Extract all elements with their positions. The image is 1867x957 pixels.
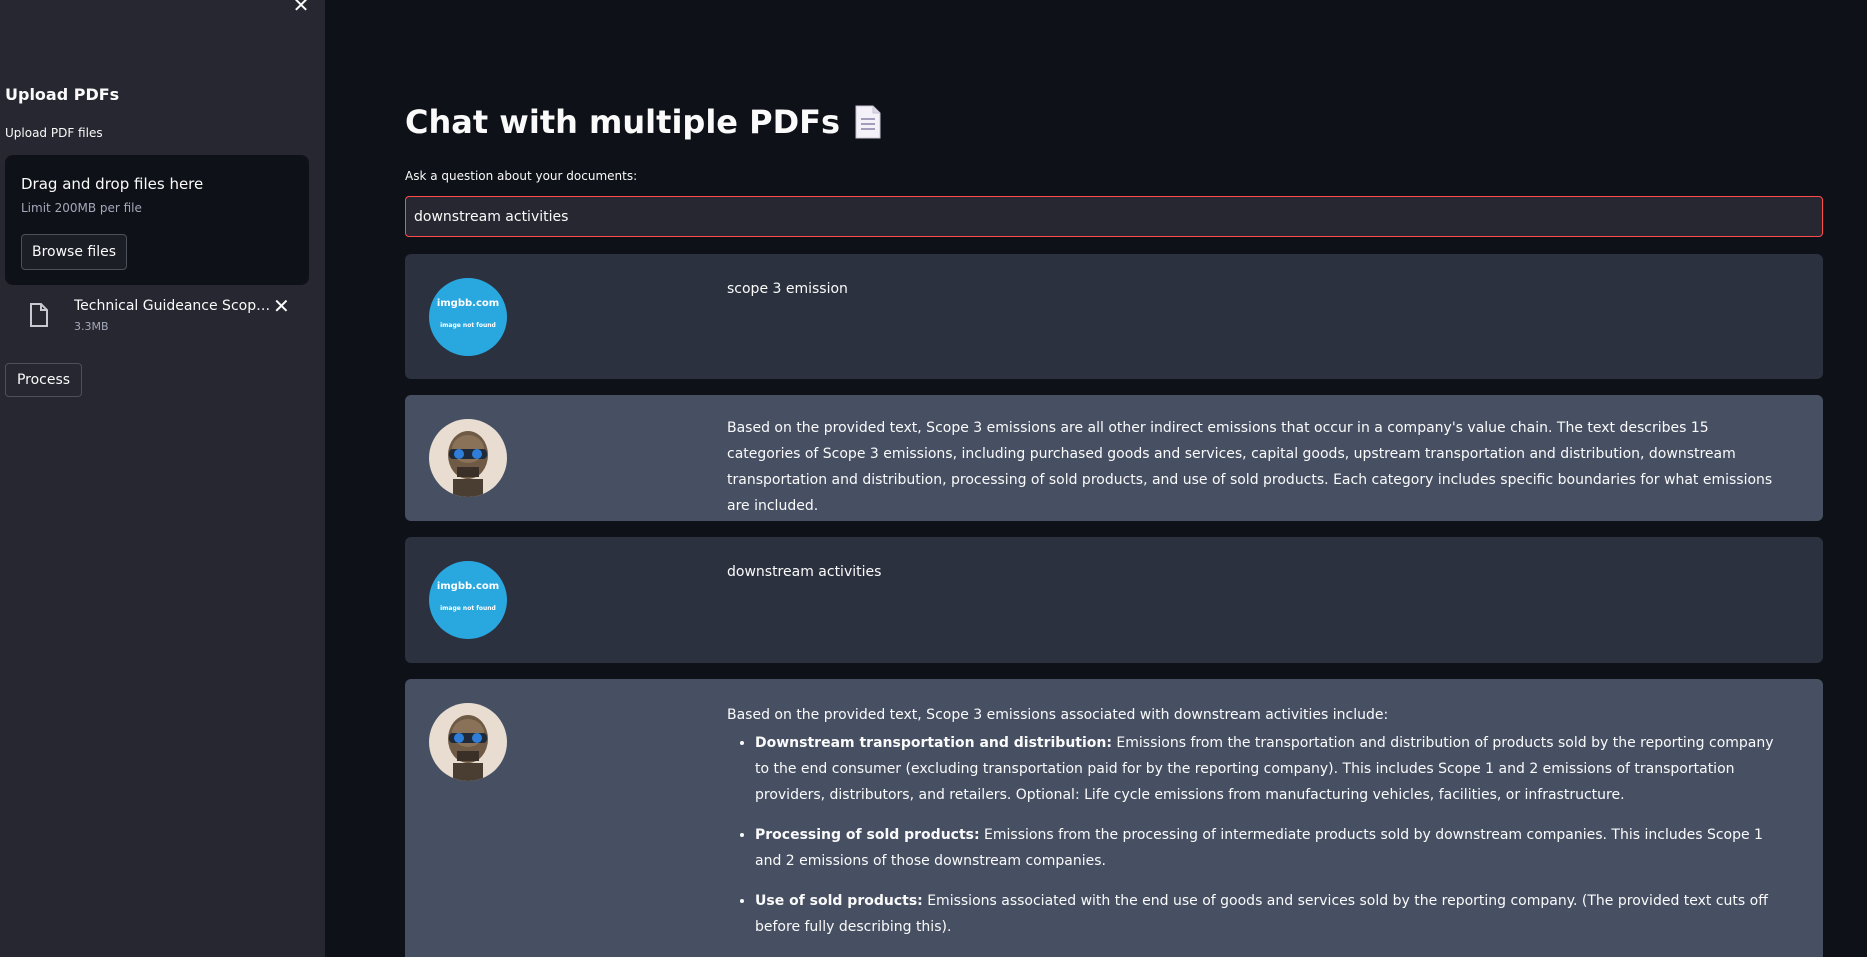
- chat-message-bot: Based on the provided text, Scope 3 emis…: [405, 395, 1823, 521]
- list-item-title: Downstream transportation and distributi…: [755, 735, 1112, 751]
- process-button[interactable]: Process: [5, 363, 82, 397]
- robot-icon: [429, 703, 507, 781]
- bot-avatar: [429, 703, 507, 781]
- list-item: Downstream transportation and distributi…: [755, 730, 1783, 808]
- file-size: 3.3MB: [74, 320, 109, 333]
- file-name: Technical Guideance Scope 3 Emissions.pd…: [74, 298, 274, 314]
- list-item: Use of sold products: Emissions associat…: [755, 888, 1783, 940]
- sidebar-title: Upload PDFs: [5, 85, 120, 104]
- close-sidebar-icon[interactable]: ✕: [290, 0, 312, 16]
- user-avatar: imgbb.com image not found: [429, 561, 507, 639]
- browse-files-button[interactable]: Browse files: [21, 234, 127, 270]
- message-text: Based on the provided text, Scope 3 emis…: [727, 420, 1773, 514]
- uploaded-file: Technical Guideance Scope 3 Emissions.pd…: [25, 296, 300, 338]
- question-label: Ask a question about your documents:: [405, 169, 638, 183]
- avatar-text: imgbb.com: [436, 298, 500, 309]
- page-title-text: Chat with multiple PDFs: [405, 103, 841, 141]
- avatar-subtext: image not found: [440, 322, 496, 329]
- remove-file-icon[interactable]: ✕: [273, 296, 290, 316]
- document-icon: [855, 105, 881, 139]
- chat-message-user: imgbb.com image not found downstream act…: [405, 537, 1823, 663]
- list-item: Processing of sold products: Emissions f…: [755, 822, 1783, 874]
- dropzone-limit: Limit 200MB per file: [21, 201, 142, 215]
- upload-label: Upload PDF files: [5, 126, 103, 140]
- sidebar: ✕ Upload PDFs Upload PDF files Drag and …: [0, 0, 325, 957]
- file-icon: [30, 303, 48, 327]
- message-text: scope 3 emission: [727, 281, 848, 297]
- user-avatar: imgbb.com image not found: [429, 278, 507, 356]
- bot-avatar: [429, 419, 507, 497]
- dropzone-title: Drag and drop files here: [21, 175, 204, 193]
- message-content: Based on the provided text, Scope 3 emis…: [727, 702, 1783, 954]
- chat-message-bot: Based on the provided text, Scope 3 emis…: [405, 679, 1823, 957]
- page-title: Chat with multiple PDFs: [405, 103, 882, 141]
- avatar-subtext: image not found: [440, 605, 496, 612]
- list-item-title: Use of sold products:: [755, 893, 923, 909]
- avatar-text: imgbb.com: [436, 581, 500, 592]
- robot-icon: [429, 419, 507, 497]
- message-intro: Based on the provided text, Scope 3 emis…: [727, 707, 1389, 723]
- list-item-title: Processing of sold products:: [755, 827, 980, 843]
- bullet-list: Downstream transportation and distributi…: [727, 730, 1783, 940]
- message-text: downstream activities: [727, 564, 882, 580]
- chat-message-user: imgbb.com image not found scope 3 emissi…: [405, 254, 1823, 379]
- question-input[interactable]: [405, 196, 1823, 237]
- file-dropzone[interactable]: Drag and drop files here Limit 200MB per…: [5, 155, 309, 285]
